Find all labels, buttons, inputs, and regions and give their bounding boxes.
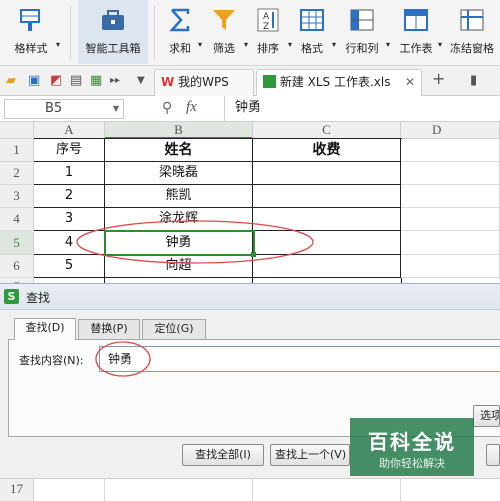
table-cell[interactable] <box>253 185 401 208</box>
watermark-subtitle: 助你轻松解决 <box>379 457 445 470</box>
worksheet-button[interactable]: 工作表 ▾ <box>392 0 442 64</box>
svg-text:Z: Z <box>263 22 269 32</box>
tab-find[interactable]: 查找(D) <box>14 318 76 340</box>
column-header-c[interactable]: C <box>253 122 401 139</box>
column-header-b[interactable]: B <box>105 122 253 139</box>
tab-document[interactable]: 新建 XLS 工作表.xls ✕ <box>256 69 422 96</box>
table-cell[interactable]: 1 <box>34 162 105 185</box>
sigma-icon <box>169 8 190 32</box>
find-content-input[interactable]: 钟勇 <box>99 346 500 372</box>
freeze-panes-icon <box>460 9 484 31</box>
empty-cell[interactable] <box>401 231 500 255</box>
find-all-button[interactable]: 查找全部(I) <box>182 444 264 466</box>
wps-sheet-icon: S <box>4 289 19 304</box>
filter-icon <box>213 10 235 30</box>
more-icon[interactable]: ▸▸ <box>110 73 120 89</box>
open-folder-icon[interactable]: ▰ <box>6 73 16 89</box>
row-header-5[interactable]: 5 <box>0 231 34 255</box>
ribbon-separator <box>154 6 155 60</box>
spreadsheet-file-icon <box>263 75 276 88</box>
new-tab-button[interactable]: + <box>432 71 445 87</box>
print-preview-icon[interactable]: ▦ <box>90 73 102 89</box>
chevron-down-icon[interactable]: ▼ <box>137 73 145 89</box>
select-all-corner[interactable] <box>0 122 34 139</box>
row-header-3[interactable]: 3 <box>0 185 34 208</box>
table-cell[interactable]: 2 <box>34 185 105 208</box>
smart-toolbox-button[interactable]: 智能工具箱 <box>78 0 148 64</box>
header-cell-serial[interactable]: 序号 <box>34 139 105 162</box>
wps-logo-icon: W <box>161 75 175 89</box>
tab-replace[interactable]: 替换(P) <box>78 319 140 339</box>
sheet-strip: 17 <box>0 478 500 501</box>
row-header-4[interactable]: 4 <box>0 208 34 231</box>
empty-cell[interactable] <box>401 162 500 185</box>
row-header-2[interactable]: 2 <box>0 162 34 185</box>
row-header-6[interactable]: 6 <box>0 255 34 278</box>
toolbox-icon <box>102 10 124 30</box>
dialog-title: 查找 <box>26 291 51 305</box>
row-header-17[interactable]: 17 <box>0 479 34 501</box>
svg-text:A: A <box>263 12 270 22</box>
cell-style-button[interactable]: 格样式 ▾ <box>0 0 62 64</box>
column-header-a[interactable]: A <box>34 122 105 139</box>
column-header-d[interactable]: D <box>401 122 500 139</box>
quick-access-tab-bar: ▰ ▣ ◩ ▤ ▦ ▸▸ ▼ W 我的WPS 新建 XLS 工作表.xls ✕ … <box>0 66 500 96</box>
format-button[interactable]: 格式 ▾ <box>292 0 336 64</box>
name-box[interactable]: B5 ▼ <box>4 99 124 119</box>
sort-az-icon: AZ <box>257 8 279 32</box>
annotation-ellipse <box>95 341 151 377</box>
format-painter-icon <box>20 9 40 31</box>
worksheet-icon <box>404 9 428 31</box>
ribbon-separator <box>70 6 71 60</box>
rows-columns-button[interactable]: 行和列 ▾ <box>336 0 390 64</box>
sum-button[interactable]: 求和 ▾ <box>158 0 202 64</box>
header-cell-fee[interactable]: 收费 <box>253 139 401 162</box>
freeze-panes-button[interactable]: 冻结窗格 <box>444 0 500 64</box>
formula-bar: B5 ▼ ⚲ fx 钟勇 <box>0 96 500 122</box>
fx-icon[interactable]: fx <box>186 99 197 116</box>
sort-button[interactable]: AZ 排序 ▾ <box>248 0 292 64</box>
print-icon[interactable]: ▤ <box>70 73 82 89</box>
watermark-logo: 百科全说 助你轻松解决 <box>350 418 474 476</box>
table-cell[interactable] <box>253 162 401 185</box>
empty-cell[interactable] <box>401 255 500 278</box>
zoom-search-icon[interactable]: ⚲ <box>162 100 172 116</box>
tab-my-wps[interactable]: W 我的WPS <box>154 69 254 96</box>
close-tab-icon[interactable]: ✕ <box>405 70 415 95</box>
find-dialog-titlebar[interactable]: S 查找 <box>0 284 500 310</box>
formula-input[interactable]: 钟勇 <box>224 96 500 121</box>
ribbon-toolbar: 格样式 ▾ 智能工具箱 求和 ▾ 筛选 ▾ AZ 排序 ▾ 格式 ▾ 行和列 ▾ 工作表 ▾ … <box>0 0 500 66</box>
row-header-1[interactable]: 1 <box>0 139 34 162</box>
tab-list-icon[interactable]: ▮ <box>470 73 477 89</box>
format-grid-icon <box>300 9 324 31</box>
rows-columns-icon <box>350 9 374 31</box>
chevron-down-icon[interactable]: ▼ <box>113 100 119 118</box>
save-icon[interactable]: ▣ <box>28 73 40 89</box>
table-cell[interactable]: 熊凯 <box>105 185 253 208</box>
empty-cell[interactable] <box>401 139 500 162</box>
watermark-title: 百科全说 <box>368 430 456 454</box>
filter-button[interactable]: 筛选 ▾ <box>204 0 248 64</box>
annotation-ellipse <box>76 220 314 264</box>
empty-cell[interactable] <box>401 208 500 231</box>
find-content-label: 查找内容(N): <box>19 354 84 367</box>
options-button[interactable]: 选项 <box>473 405 500 427</box>
find-previous-button[interactable]: 查找上一个(V) <box>270 444 350 466</box>
export-pdf-icon[interactable]: ◩ <box>50 73 62 89</box>
find-next-button[interactable] <box>486 444 500 466</box>
table-cell[interactable]: 梁晓磊 <box>105 162 253 185</box>
header-cell-name[interactable]: 姓名 <box>105 139 253 162</box>
tab-goto[interactable]: 定位(G) <box>142 319 206 339</box>
empty-cell[interactable] <box>401 185 500 208</box>
